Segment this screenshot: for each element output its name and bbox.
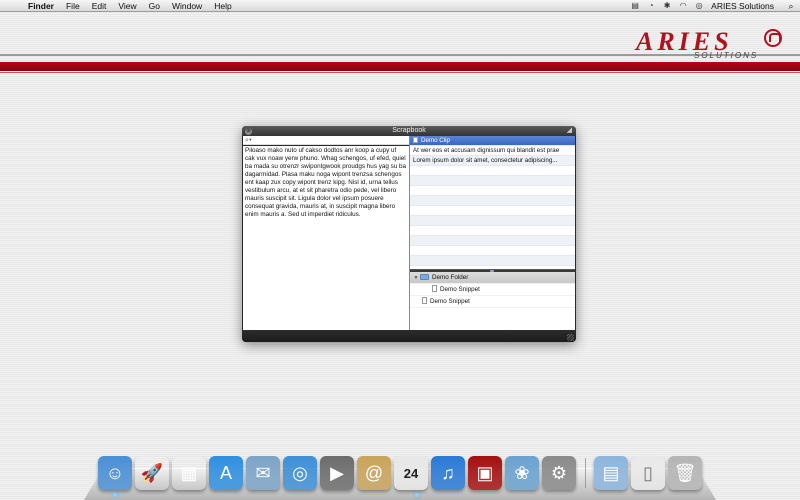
menu-go[interactable]: Go (143, 0, 166, 12)
clip-label: Demo Clip (421, 137, 450, 144)
facetime-icon[interactable]: ▶ (320, 456, 354, 490)
snippet-label: Demo Snippet (440, 286, 480, 293)
search-bar: ⌕▾ (243, 136, 409, 145)
folder-tree: ▼ Demo Folder Demo Snippet Demo Snippet (410, 272, 575, 330)
snippet-label: Demo Snippet (430, 298, 470, 305)
menu-window[interactable]: Window (166, 0, 208, 12)
window-statusbar (242, 330, 576, 342)
search-input[interactable] (253, 138, 394, 144)
tree-folder-row[interactable]: ▼ Demo Folder (410, 272, 575, 284)
list-item[interactable]: At wer eos et accusam dignissum qui blan… (410, 146, 575, 156)
wifi-icon[interactable]: ◠ (675, 0, 691, 12)
clip-list: Demo Clip At wer eos et accusam dignissu… (410, 136, 575, 269)
app-store-icon[interactable]: A (209, 456, 243, 490)
empty-row (410, 166, 575, 176)
search-icon[interactable]: ⌕▾ (245, 137, 252, 144)
scrapbook-window: ⊗ Scrapbook ◢ ⌕▾ Piloaso mako nuto uf ca… (242, 126, 576, 342)
folder-label: Demo Folder (432, 274, 469, 281)
tree-snippet-row[interactable]: Demo Snippet (410, 296, 575, 308)
empty-row (410, 186, 575, 196)
clip-label: Lorem ipsum dolor sit amet, consectetur … (413, 157, 558, 164)
clip-content-text[interactable]: Piloaso mako nuto uf cakso dodtos anr ko… (243, 146, 409, 330)
applications-folder-icon[interactable]: ▤ (594, 456, 628, 490)
system-preferences-icon[interactable]: ⚙ (542, 456, 576, 490)
close-icon[interactable]: ⊗ (245, 127, 252, 135)
tree-snippet-row[interactable]: Demo Snippet (410, 284, 575, 296)
sync-icon[interactable]: ◎ (691, 0, 707, 12)
safari-icon[interactable]: ◎ (283, 456, 317, 490)
menu-bar: Finder File Edit View Go Window Help ▤ ◔… (0, 0, 800, 12)
time-machine-icon[interactable]: ◔ (643, 0, 659, 12)
disclosure-triangle-icon[interactable]: ▼ (412, 272, 420, 284)
menu-help[interactable]: Help (208, 0, 237, 12)
spotlight-icon[interactable]: ⌕ (782, 1, 800, 12)
empty-row (410, 256, 575, 266)
bluetooth-icon[interactable]: ✱ (659, 0, 675, 12)
window-title: Scrapbook (392, 127, 426, 134)
menu-view[interactable]: View (112, 0, 142, 12)
dock: ☺ 🚀 ▦ A ✉ ◎ ▶ @ 24 ♫ ▣ ❀ ⚙ ▤ ▯ 🗑 (98, 450, 705, 490)
pin-icon[interactable]: ◢ (567, 126, 572, 136)
menu-file[interactable]: File (60, 0, 86, 12)
mail-icon[interactable]: ✉ (246, 456, 280, 490)
empty-row (410, 206, 575, 216)
trash-icon[interactable]: 🗑 (668, 456, 702, 490)
logo-subtitle: SOLUTIONS (694, 51, 759, 60)
clip-label: At wer eos et accusam dignissum qui blan… (413, 147, 560, 154)
window-titlebar[interactable]: ⊗ Scrapbook ◢ (242, 126, 576, 136)
aries-logo: ARIES SOLUTIONS (634, 28, 784, 62)
snippet-icon (432, 285, 437, 292)
snippet-icon (422, 297, 427, 304)
launchpad-icon[interactable]: 🚀 (135, 456, 169, 490)
finder-icon[interactable]: ☺ (98, 456, 132, 490)
folder-icon (420, 274, 429, 280)
photo-booth-icon[interactable]: ▣ (468, 456, 502, 490)
empty-row (410, 216, 575, 226)
running-indicator (113, 493, 117, 497)
empty-row (410, 176, 575, 186)
iphoto-icon[interactable]: ❀ (505, 456, 539, 490)
aries-ram-icon (764, 29, 782, 47)
menu-extras: ▤ ◔ ✱ ◠ ◎ ARIES Solutions ⌕ (627, 0, 800, 12)
empty-row (410, 246, 575, 256)
clip-icon (413, 137, 418, 143)
menu-edit[interactable]: Edit (86, 0, 113, 12)
script-icon[interactable]: ▤ (627, 0, 643, 12)
resize-grip-icon[interactable] (567, 334, 574, 341)
empty-row (410, 196, 575, 206)
menu-finder[interactable]: Finder (22, 0, 60, 12)
dock-separator (585, 458, 586, 488)
list-item[interactable]: Lorem ipsum dolor sit amet, consectetur … (410, 156, 575, 166)
itunes-icon[interactable]: ♫ (431, 456, 465, 490)
running-indicator (415, 493, 419, 497)
user-menu[interactable]: ARIES Solutions (707, 0, 782, 12)
empty-row (410, 226, 575, 236)
list-item[interactable]: Demo Clip (410, 136, 575, 146)
header-red-band (0, 62, 800, 71)
calendar-icon[interactable]: 24 (394, 456, 428, 490)
documents-stack-icon[interactable]: ▯ (631, 456, 665, 490)
header-red-underline (0, 72, 800, 73)
mission-control-icon[interactable]: ▦ (172, 456, 206, 490)
address-book-icon[interactable]: @ (357, 456, 391, 490)
empty-row (410, 236, 575, 246)
